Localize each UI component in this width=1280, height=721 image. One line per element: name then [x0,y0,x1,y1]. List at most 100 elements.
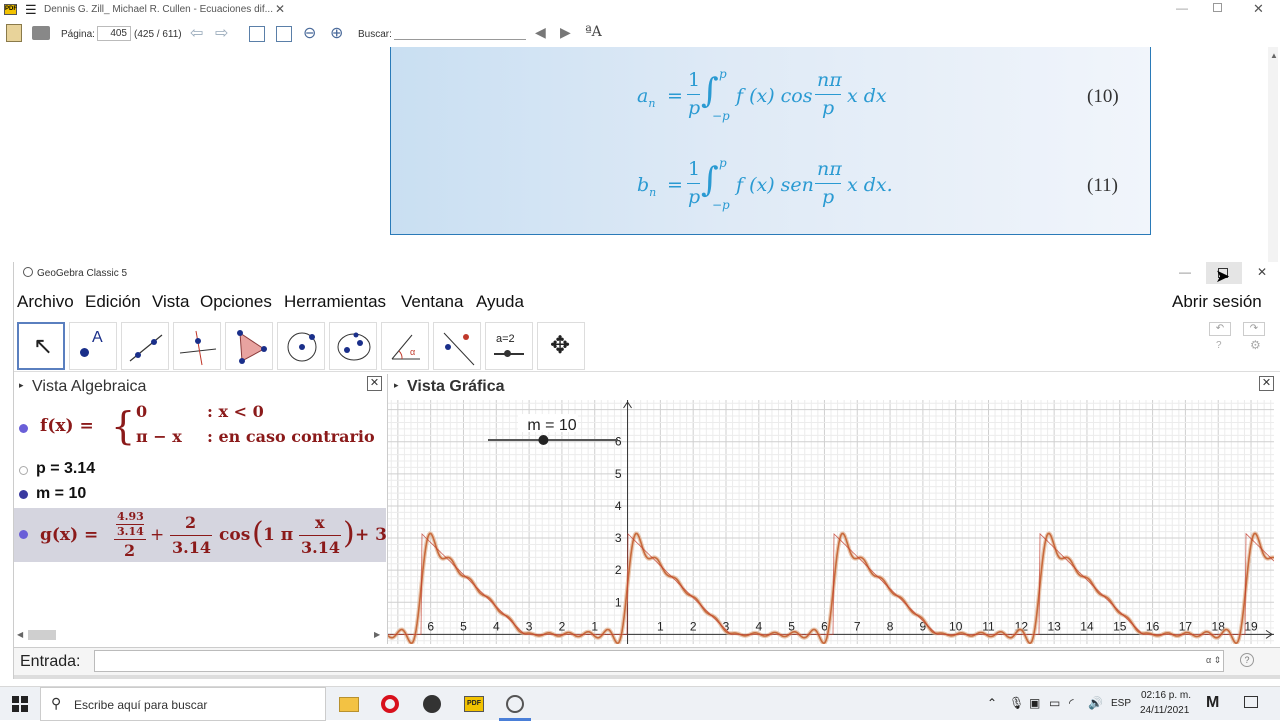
media-logo-icon: M [1206,694,1220,711]
close-window-icon[interactable]: ✕ [1253,1,1264,17]
language-indicator[interactable]: ESP [1111,698,1131,709]
tool-move[interactable]: ↖ [17,322,65,370]
fit-page-icon[interactable] [276,26,292,42]
volume-icon[interactable]: 🔊 [1088,696,1103,710]
visibility-dot-f[interactable] [19,424,28,433]
tool-perpendicular[interactable] [173,322,221,370]
signin-link[interactable]: Abrir sesión [1172,292,1262,312]
formula-box: an = 1 p ∫ p −p f (x) cos nπ p x dx (10)… [390,47,1151,235]
pdf-app-icon: PDF [4,4,17,15]
geogebra-taskbar-icon[interactable] [506,695,524,713]
text-options-icon[interactable]: ªA [585,24,602,40]
menu-archivo[interactable]: Archivo [17,292,74,312]
slider-knob[interactable] [538,435,549,445]
input-help-icon[interactable]: ? [1240,653,1254,667]
x-tick-label: 13 [1047,619,1061,633]
algebra-close-icon[interactable]: ✕ [367,376,382,391]
back-icon[interactable]: ⇦ [190,23,203,43]
algebra-hscroll-right-icon[interactable]: ▶ [374,630,380,639]
forward-icon[interactable]: ⇨ [215,23,228,43]
page-count: (425 / 611) [134,29,182,40]
tool-circle[interactable] [277,322,325,370]
scroll-up-icon[interactable]: ▲ [1270,51,1278,60]
search-prev-icon[interactable]: ◀ [535,24,546,41]
camera-icon[interactable]: ▣ [1029,696,1040,710]
menu-icon[interactable]: ☰ [25,2,37,18]
alpha-symbol-icon[interactable]: α ⇕ [1206,655,1221,666]
menu-ayuda[interactable]: Ayuda [476,292,524,312]
algebra-hscroll-left-icon[interactable]: ◀ [17,630,23,639]
geogebra-toolbar: ↖ A α a=2 ✥ ↶ ↷ ? ⚙ [14,320,1280,372]
help-icon[interactable]: ? [1216,340,1222,351]
graphics-collapse-icon[interactable]: ▸ [394,380,399,391]
tool-slider[interactable]: a=2 [485,322,533,370]
equation-10: an = 1 p ∫ p −p f (x) cos nπ p x dx [637,67,887,123]
opera-icon[interactable] [381,695,399,713]
perpendicular-icon [179,330,217,366]
f-name: f(x) = [40,416,94,436]
tool-polygon[interactable] [225,322,273,370]
windows-start-icon[interactable] [12,696,28,712]
redo-icon[interactable]: ↷ [1243,322,1265,336]
wifi-icon[interactable]: ◜ [1069,696,1074,710]
tool-angle[interactable]: α [381,322,429,370]
minimize-icon[interactable]: — [1176,1,1188,15]
taskbar-date[interactable]: 24/11/2021 [1140,705,1189,716]
search-input[interactable] [394,26,526,40]
tool-point[interactable]: A [69,322,117,370]
taskbar-time[interactable]: 02:16 p. m. [1141,690,1191,701]
undo-icon[interactable]: ↶ [1209,322,1231,336]
menu-ventana[interactable]: Ventana [401,292,463,312]
obs-icon[interactable] [423,695,441,713]
input-field[interactable] [94,650,1224,672]
settings-icon[interactable]: ⚙ [1250,338,1261,352]
menu-edicion[interactable]: Edición [85,292,141,312]
tray-chevron-icon[interactable]: ⌃ [987,696,997,710]
g-arg-den: 3.14 [301,538,340,557]
pdf-title: Dennis G. Zill_ Michael R. Cullen - Ecua… [44,4,273,15]
graphics-close-icon[interactable]: ✕ [1259,376,1274,391]
print-icon[interactable] [32,26,50,40]
x-tick-label: 6 [427,619,434,633]
tool-ellipse[interactable] [329,322,377,370]
file-explorer-icon[interactable] [339,697,359,712]
gg-minimize-icon[interactable]: — [1179,265,1191,279]
algebra-item-m[interactable]: m = 10 [14,483,386,507]
menu-opciones[interactable]: Opciones [200,292,272,312]
p-definition: p = 3.14 [36,460,96,477]
zoom-out-icon[interactable]: ⊖ [303,23,316,43]
fit-width-icon[interactable] [249,26,265,42]
search-next-icon[interactable]: ▶ [560,24,571,41]
graphics-plot[interactable]: 6 5 4 3 2 1 1 2 3 4 5 6 7 8 9 10 11 12 13 14 15 16 17 18 1912345… [388,400,1274,644]
slider-label: m = 10 [527,417,576,434]
visibility-dot-g[interactable] [19,530,28,539]
pdf-scrollbar[interactable] [1268,47,1278,262]
menu-vista[interactable]: Vista [152,292,190,312]
open-file-icon[interactable] [6,24,22,42]
pdf-tab-close-icon[interactable]: ✕ [275,2,285,16]
tool-line[interactable] [121,322,169,370]
network-icon[interactable]: ▭ [1049,696,1060,710]
algebra-hscrollbar[interactable] [28,630,56,640]
taskbar-search[interactable]: ⚲ Escribe aquí para buscar [40,687,326,721]
algebra-collapse-icon[interactable]: ▸ [19,380,24,391]
equation-10-number: (10) [1087,86,1119,107]
menu-herramientas[interactable]: Herramientas [284,292,386,312]
page-input[interactable]: 405 [97,26,131,41]
restore-icon[interactable] [1213,3,1222,12]
zoom-in-icon[interactable]: ⊕ [330,23,343,43]
algebra-item-f[interactable]: f(x) = { 0 : x < 0 π − x : en caso contr… [14,400,386,456]
geogebra-window: GeoGebra Classic 5 — ➤ ✕ Archivo Edición… [13,262,1280,679]
pdf-reader-icon[interactable]: PDF [464,696,484,712]
svg-text:α: α [410,347,415,357]
visibility-dot-p[interactable] [19,466,28,475]
microphone-icon[interactable]: 🎙 [1009,696,1024,710]
gg-close-icon[interactable]: ✕ [1257,265,1267,279]
algebra-item-p[interactable]: p = 3.14 [14,458,386,482]
notifications-icon[interactable] [1244,696,1258,708]
tool-reflect[interactable] [433,322,481,370]
window-hscrollbar[interactable] [14,675,1280,679]
tool-move-view[interactable]: ✥ [537,322,585,370]
visibility-dot-m[interactable] [19,490,28,499]
algebra-item-g[interactable]: g(x) = 4.93 3.14 2 + 2 3.14 cos ( 1 π x … [14,508,386,562]
